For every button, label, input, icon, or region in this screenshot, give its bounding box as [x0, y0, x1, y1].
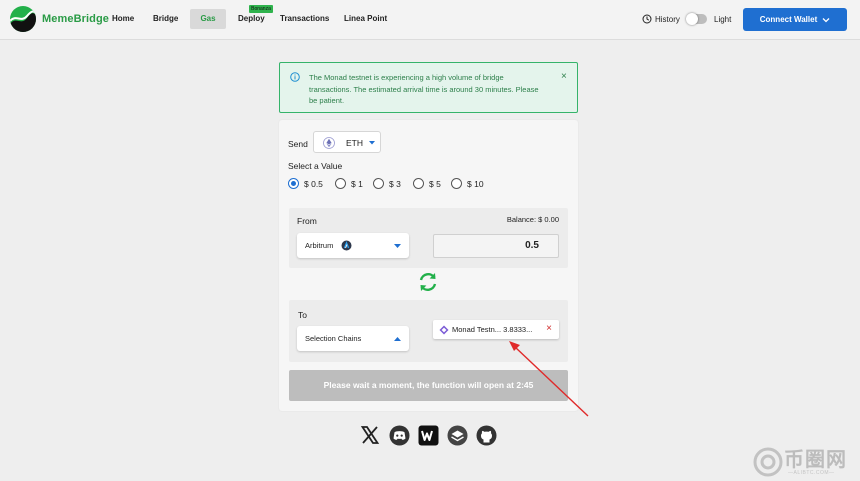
notice-message: The Monad testnet is experiencing a high… — [309, 73, 539, 105]
from-panel: From Balance: $ 0.00 Arbitrum 0.5 — [289, 208, 568, 268]
connect-wallet-label: Connect Wallet — [759, 15, 818, 24]
nav-transactions[interactable]: Transactions — [272, 9, 337, 29]
layers-icon[interactable] — [446, 424, 468, 446]
caret-up-icon — [394, 337, 401, 341]
watermark-logo-icon — [753, 447, 783, 477]
send-label: Send — [288, 139, 308, 149]
radio-dot — [413, 178, 424, 189]
top-navbar: MemeBridge Home Bridge Gas Bonanza Deplo… — [0, 0, 860, 40]
from-label: From — [297, 216, 317, 226]
radio-value-3[interactable]: $ 3 — [373, 178, 401, 189]
from-chain-select[interactable]: Arbitrum — [297, 233, 409, 258]
radio-dot — [335, 178, 346, 189]
nav-linea-point[interactable]: Linea Point — [336, 9, 395, 29]
to-label: To — [298, 310, 307, 320]
radio-value-1[interactable]: $ 1 — [335, 178, 363, 189]
history-icon — [642, 14, 652, 24]
theme-label: Light — [714, 15, 732, 24]
toggle-knob — [686, 13, 698, 25]
to-chain-select[interactable]: Selection Chains — [297, 326, 409, 351]
nav-home[interactable]: Home — [104, 9, 142, 29]
radio-label: $ 0.5 — [304, 178, 323, 189]
close-icon[interactable]: × — [561, 71, 567, 82]
discord-icon[interactable] — [388, 424, 410, 446]
remove-chain-icon[interactable]: × — [546, 323, 552, 335]
from-chain-name: Arbitrum — [305, 241, 334, 250]
to-chain-placeholder: Selection Chains — [305, 334, 362, 343]
nav-bridge[interactable]: Bridge — [145, 9, 186, 29]
balance-text: Balance: $ 0.00 — [506, 215, 559, 224]
radio-label: $ 10 — [467, 178, 484, 189]
radio-value-10[interactable]: $ 10 — [451, 178, 484, 189]
brand-name[interactable]: MemeBridge — [42, 13, 109, 25]
caret-down-icon — [394, 244, 401, 248]
monad-icon — [439, 325, 449, 334]
watermark-text: 币圈网 — [784, 449, 847, 471]
chip-label: Monad Testn... 3.8333... — [452, 325, 533, 334]
token-name: ETH — [346, 138, 363, 148]
nav-deploy[interactable]: Deploy — [230, 9, 273, 29]
watermark-sub: —ALIBTC.COM— — [788, 470, 835, 476]
history-link[interactable]: History — [642, 14, 680, 24]
radio-dot — [451, 178, 462, 189]
x-icon[interactable] — [359, 424, 381, 446]
radio-label: $ 3 — [389, 178, 401, 189]
selected-chain-chip[interactable]: Monad Testn... 3.8333... × — [433, 320, 559, 339]
history-label: History — [655, 14, 680, 24]
amount-input[interactable]: 0.5 — [433, 234, 559, 258]
caret-down-icon — [369, 141, 375, 145]
radio-value-0-5[interactable]: $ 0.5 — [288, 178, 323, 189]
watermark: 币圈网 —ALIBTC.COM— — [752, 443, 860, 481]
info-icon — [290, 72, 300, 82]
to-panel: To Selection Chains Monad Testn... 3.833… — [289, 300, 568, 362]
connect-wallet-button[interactable]: Connect Wallet — [743, 8, 847, 31]
eth-icon — [323, 137, 335, 149]
memebridge-logo-icon[interactable] — [10, 6, 36, 32]
radio-dot — [373, 178, 384, 189]
bridge-card: Send ETH Select a Value $ 0.5 $ 1 $ 3 $ … — [279, 120, 578, 411]
swap-icon[interactable] — [417, 271, 439, 293]
theme-toggle[interactable] — [686, 13, 707, 25]
chevron-down-icon — [822, 17, 830, 22]
w-icon[interactable] — [417, 424, 439, 446]
radio-label: $ 5 — [429, 178, 441, 189]
github-icon[interactable] — [475, 424, 497, 446]
notice-banner: The Monad testnet is experiencing a high… — [279, 62, 578, 113]
wait-button: Please wait a moment, the function will … — [289, 370, 568, 401]
nav-gas[interactable]: Gas — [190, 9, 226, 29]
radio-value-5[interactable]: $ 5 — [413, 178, 441, 189]
radio-label: $ 1 — [351, 178, 363, 189]
radio-dot — [288, 178, 299, 189]
arbitrum-icon — [341, 240, 352, 251]
token-select[interactable]: ETH — [313, 131, 381, 153]
select-value-label: Select a Value — [288, 161, 343, 171]
